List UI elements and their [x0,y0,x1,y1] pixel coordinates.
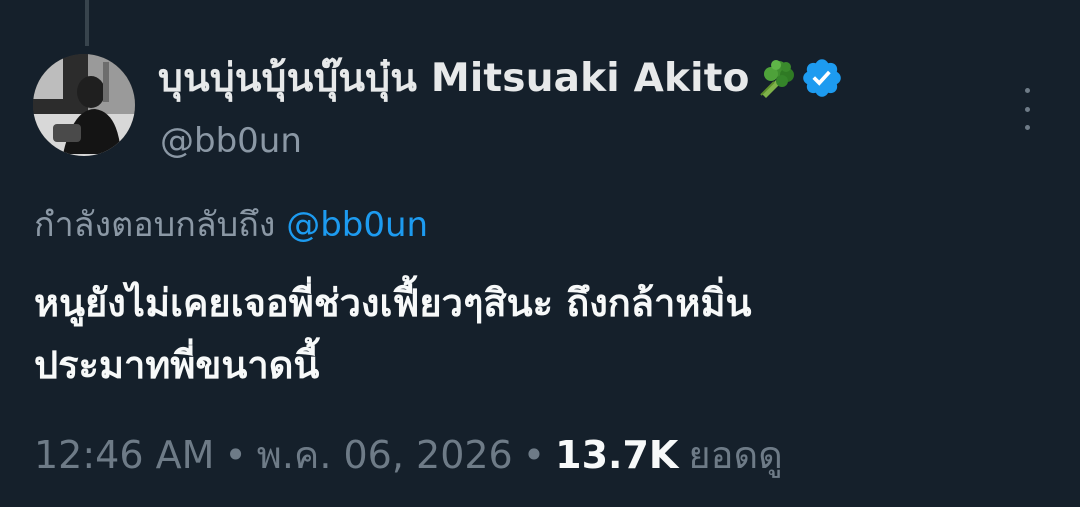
meta-separator: • [522,432,546,477]
views-count[interactable]: 13.7K [555,433,678,477]
more-dot [1024,88,1030,93]
more-options-icon[interactable] [1012,88,1042,130]
tweet-date[interactable]: พ.ค. 06, 2026 [257,424,513,485]
tweet-meta: 12:46 AM • พ.ค. 06, 2026 • 13.7K ยอดดู [34,424,783,485]
verified-badge-icon[interactable] [800,56,844,100]
author-name-row[interactable]: บุนบุ่นบุ้นบุ๊นบุ๋น Mitsuaki Akito [158,52,844,104]
reply-mention-link[interactable]: @bb0un [286,205,428,245]
more-dot [1024,106,1030,112]
tweet-text-line: หนูยังไม่เคยเจอพี่ช่วงเฟี้ยวๆสินะ ถึงกล้… [34,281,752,325]
author-display-name[interactable]: บุนบุ่นบุ้นบุ๊นบุ๋น Mitsuaki Akito [158,47,750,109]
author-handle[interactable]: @bb0un [160,121,302,161]
avatar[interactable] [33,54,135,156]
avatar-photo [33,54,135,156]
reply-context: กำลังตอบกลับถึง @bb0un [34,197,428,251]
thread-connector-line [85,0,89,46]
meta-separator: • [224,432,247,477]
more-dot [1024,125,1030,130]
tweet-time[interactable]: 12:46 AM [34,433,214,477]
reply-context-prefix: กำลังตอบกลับถึง [34,205,276,245]
tweet-text-line: ประมาทพี่ขนาดนี้ [34,343,320,387]
tweet-text: หนูยังไม่เคยเจอพี่ช่วงเฟี้ยวๆสินะ ถึงกล้… [34,272,1044,396]
broccoli-icon [752,56,796,100]
views-label: ยอดดู [688,433,783,477]
